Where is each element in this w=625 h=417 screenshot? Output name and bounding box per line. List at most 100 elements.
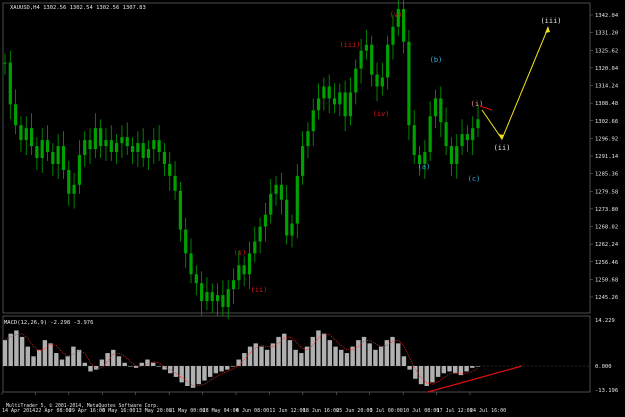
indicator-axis-label: 14.229	[595, 318, 615, 324]
candle-body	[359, 50, 363, 69]
macd-histogram-bar	[401, 356, 407, 366]
candle-body	[380, 77, 384, 87]
price-axis-label: 1245.26	[595, 295, 618, 301]
macd-histogram-bar	[36, 349, 42, 366]
macd-histogram-bar	[196, 366, 201, 385]
candle-body	[226, 289, 230, 308]
time-axis-label: 4 Jun 08:00	[236, 408, 269, 414]
macd-histogram-bar	[333, 346, 338, 366]
candle-body	[93, 128, 97, 150]
macd-signal-line	[4, 333, 479, 387]
candle-body	[19, 125, 23, 141]
macd-histogram-bar	[373, 349, 378, 366]
candle-body	[29, 128, 34, 147]
time-axis-label: 21 May 00:00	[169, 408, 205, 414]
macd-histogram-bar	[339, 349, 344, 366]
candle-body	[455, 146, 459, 164]
macd-histogram-bar	[8, 333, 13, 366]
time-axis-label: 3 Jul 00:00	[370, 408, 403, 414]
candle-body	[152, 140, 156, 150]
macd-histogram-bar	[464, 366, 469, 372]
time-axis-label: 25 Jun 20:00	[336, 408, 372, 414]
main-chart-border	[2, 2, 591, 314]
candle-body	[316, 98, 321, 111]
macd-histogram-bar	[458, 366, 464, 376]
candle-body	[115, 143, 119, 153]
copyright-text: MultiTrader 5, © 2001-2014, MetaQuotes S…	[6, 404, 160, 409]
time-axis-label: 24 Jul 16:00	[470, 408, 506, 414]
macd-histogram-bar	[162, 366, 167, 370]
candle-body	[322, 86, 326, 99]
candle-body	[77, 155, 82, 185]
candle-body	[274, 184, 278, 194]
candle-body	[428, 116, 432, 153]
candle-body	[104, 140, 108, 147]
candle-body	[67, 169, 71, 194]
macd-histogram-bar	[168, 366, 173, 374]
candle-body	[120, 137, 124, 144]
price-axis-label: 1314.24	[595, 84, 619, 90]
macd-histogram-bar	[344, 353, 350, 366]
candle-body	[136, 143, 140, 153]
wave-label-b: (b)	[430, 56, 443, 64]
macd-histogram-bar	[316, 330, 321, 366]
macd-histogram-bar	[71, 346, 76, 366]
macd-histogram-bar	[236, 359, 241, 366]
macd-histogram-bar	[213, 366, 219, 374]
candle-body	[8, 62, 12, 105]
price-axis-label: 1291.14	[595, 154, 619, 160]
candle-body	[157, 140, 161, 153]
candle-body	[258, 226, 262, 242]
candle-body	[471, 128, 475, 141]
price-axis-label: 1268.02	[595, 225, 618, 231]
macd-histogram-bar	[225, 366, 230, 370]
macd-histogram-bar	[475, 366, 481, 367]
price-chart[interactable]: 1342.04 1331.20 1325.62 1320.04 1314.24 1308.…	[0, 0, 625, 417]
macd-histogram-bar	[367, 343, 372, 366]
indicator-axis-label: -13.196	[595, 388, 618, 394]
wave-label-ii: (ii)	[251, 286, 268, 294]
price-axis-label: 1320.04	[595, 66, 619, 72]
macd-histogram-bar	[430, 366, 435, 383]
price-axis-label: 1279.58	[595, 189, 618, 195]
candle-body	[460, 134, 464, 147]
price-axis-label: 1256.46	[595, 260, 618, 266]
indicator-axis-label: 0.000	[595, 364, 612, 370]
candle-body	[215, 295, 220, 302]
candle-body	[72, 184, 76, 194]
candle-body	[51, 152, 55, 164]
macd-histogram-bar	[88, 366, 93, 372]
macd-histogram-bar	[230, 366, 236, 367]
candle-body	[141, 143, 145, 158]
wave-label-i: (i)	[234, 249, 247, 257]
candle-body	[306, 131, 310, 147]
macd-histogram-bar	[413, 366, 418, 379]
candle-body	[231, 280, 236, 290]
macd-histogram-bar	[65, 356, 70, 366]
wave-label-ii-white: (ii)	[494, 144, 511, 152]
price-axis-label: 1331.20	[595, 31, 618, 37]
macd-histogram-bar	[270, 343, 276, 366]
macd-histogram-bar	[447, 366, 452, 372]
candle-body	[348, 92, 353, 117]
macd-histogram-bar	[76, 349, 82, 366]
projection-path	[481, 27, 549, 141]
macd-histogram-bar	[99, 359, 105, 366]
candle-body	[354, 68, 358, 93]
macd-histogram-bar	[145, 359, 150, 366]
wave-label-iii-white: (iii)	[540, 17, 561, 25]
candle-body	[221, 295, 225, 308]
candle-body	[370, 44, 374, 75]
macd-histogram-bar	[247, 346, 253, 366]
macd-histogram-bar	[179, 366, 184, 383]
candle-body	[338, 92, 342, 105]
macd-histogram-bar	[259, 346, 264, 366]
macd-histogram-bar	[54, 353, 59, 366]
candle-body	[88, 140, 92, 150]
macd-histogram-bar	[116, 356, 122, 366]
terminal-chart-window[interactable]: 1342.04 1331.20 1325.62 1320.04 1314.24 1308.…	[0, 0, 625, 417]
candle-body	[45, 140, 50, 153]
candle-body	[301, 146, 305, 176]
macd-histogram-bar	[156, 366, 162, 367]
candle-body	[364, 44, 368, 51]
